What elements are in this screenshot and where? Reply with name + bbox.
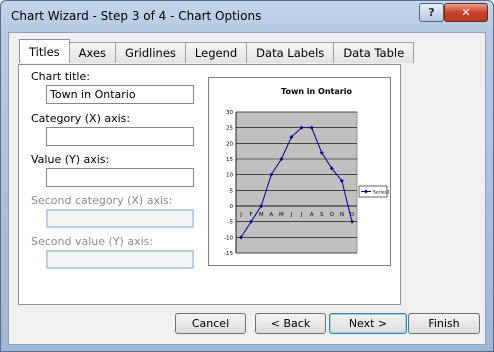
second-category-x-axis-input [46, 209, 194, 228]
x-tick-label: S [320, 212, 324, 218]
cancel-button[interactable]: Cancel [175, 313, 246, 334]
tab-data-labels[interactable]: Data Labels [246, 42, 335, 63]
finish-button[interactable]: Finish [408, 313, 480, 334]
value-y-axis-label: Value (Y) axis: [31, 153, 110, 166]
close-button[interactable]: ✕ [444, 3, 488, 22]
chart-title: Town in Ontario [281, 87, 352, 96]
chart-title-input[interactable] [46, 85, 194, 104]
second-category-x-axis-label: Second category (X) axis: [31, 194, 173, 207]
tab-titles[interactable]: Titles [19, 39, 70, 63]
tab-strip: Titles Axes Gridlines Legend Data Labels… [19, 39, 415, 64]
y-tick-label: 25 [226, 126, 233, 132]
second-value-y-axis-input [46, 250, 194, 269]
x-tick-label: A [310, 212, 314, 218]
close-icon: ✕ [461, 6, 471, 19]
x-tick-label: J [300, 212, 303, 218]
plot-area [235, 111, 358, 254]
x-tick-label: F [250, 212, 253, 218]
x-tick-label: A [269, 212, 273, 218]
value-y-axis-input[interactable] [46, 168, 194, 187]
legend-label: Series1 [373, 190, 390, 196]
y-tick-label: 15 [226, 157, 233, 163]
category-x-axis-label: Category (X) axis: [31, 112, 131, 125]
category-x-axis-input[interactable] [46, 127, 194, 146]
title-bar[interactable]: Chart Wizard - Step 3 of 4 - Chart Optio… [1, 1, 493, 33]
back-button[interactable]: < Back [255, 313, 326, 334]
y-tick-label: -10 [224, 235, 233, 241]
x-tick-label: J [239, 212, 242, 218]
tab-gridlines[interactable]: Gridlines [115, 42, 186, 63]
tab-legend[interactable]: Legend [184, 42, 248, 63]
chart-wizard-window: Chart Wizard - Step 3 of 4 - Chart Optio… [0, 0, 494, 352]
x-tick-label: N [340, 212, 344, 218]
y-tick-label: 5 [230, 188, 234, 194]
y-tick-label: 20 [226, 141, 233, 147]
tab-axes[interactable]: Axes [68, 42, 117, 63]
chart-title-label: Chart title: [31, 70, 90, 83]
chart-preview-svg: Town in Ontario302520151050-5-10-15J F M A M… [224, 87, 390, 257]
y-tick-label: 0 [230, 204, 234, 210]
x-tick-label: M [279, 212, 284, 218]
second-value-y-axis-label: Second value (Y) axis: [31, 235, 154, 248]
x-tick-label: J [290, 212, 293, 218]
help-icon: ? [428, 6, 435, 19]
chart-preview: Town in Ontario 30 25 20 15 10 5 0 -5 -10 -15 J F M A M… [208, 77, 391, 266]
x-tick-label: M [259, 212, 264, 218]
next-button[interactable]: Next > [329, 313, 407, 334]
y-tick-label: -15 [224, 251, 233, 257]
x-tick-label: O [330, 212, 335, 218]
window-title: Chart Wizard - Step 3 of 4 - Chart Optio… [11, 9, 262, 23]
y-tick-label: 10 [226, 173, 233, 179]
tab-data-table[interactable]: Data Table [333, 42, 415, 63]
help-button[interactable]: ? [419, 3, 444, 22]
y-tick-label: 30 [226, 110, 233, 116]
dialog-body: Titles Axes Gridlines Legend Data Labels… [8, 32, 486, 345]
y-tick-label: -5 [228, 220, 234, 226]
